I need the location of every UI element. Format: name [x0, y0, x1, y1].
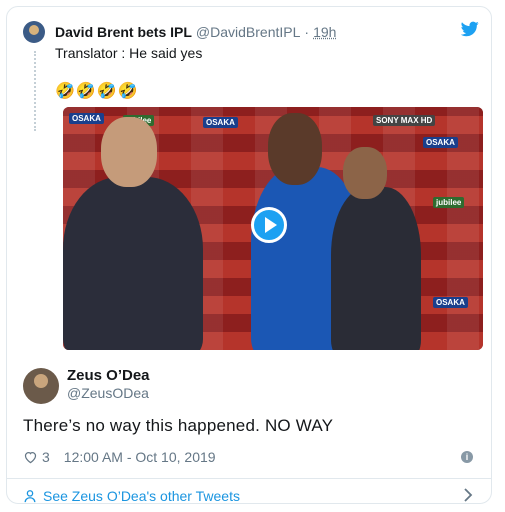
thread-line [34, 51, 36, 131]
sponsor-logo: OSAKA [203, 117, 238, 128]
quoted-tweet-header[interactable]: David Brent bets IPL @DavidBrentIPL · 19… [23, 19, 336, 45]
footer-divider [7, 478, 491, 479]
play-icon[interactable] [251, 207, 287, 243]
bystander-figure [331, 187, 421, 350]
presenter-head [101, 117, 157, 187]
main-author-handle[interactable]: @ZeusODea [67, 385, 149, 401]
player-head [268, 113, 322, 185]
heart-icon[interactable] [23, 450, 38, 464]
tweet-timestamp[interactable]: 12:00 AM - Oct 10, 2019 [64, 449, 216, 465]
chevron-right-icon[interactable] [463, 488, 473, 502]
see-more-tweets-link[interactable]: See Zeus O’Dea's other Tweets [23, 488, 240, 504]
quoted-author-handle[interactable]: @DavidBrentIPL [196, 24, 300, 40]
like-count[interactable]: 3 [42, 449, 50, 465]
presenter-figure [63, 177, 203, 350]
dot-separator: · [304, 24, 310, 40]
sponsor-logo: OSAKA [433, 297, 468, 308]
sponsor-logo: OSAKA [69, 113, 104, 124]
sponsor-logo: OSAKA [423, 137, 458, 148]
tweet-meta: 3 12:00 AM - Oct 10, 2019 [23, 449, 216, 465]
quoted-author-name[interactable]: David Brent bets IPL [55, 24, 192, 40]
video-thumbnail[interactable]: OSAKA jubilee OSAKA SONY MAX HD OSAKA ju… [63, 107, 483, 350]
see-more-label[interactable]: See Zeus O’Dea's other Tweets [43, 488, 240, 504]
quoted-author-avatar[interactable] [23, 21, 45, 43]
quoted-tweet-text: Translator : He said yes [55, 45, 203, 61]
laughing-emojis: 🤣🤣🤣🤣 [55, 83, 139, 100]
quoted-time-ago[interactable]: 19h [313, 24, 336, 40]
main-tweet-text: There’s no way this happened. NO WAY [23, 416, 334, 435]
sponsor-logo: jubilee [433, 197, 465, 208]
bystander-head [343, 147, 387, 199]
channel-logo: SONY MAX HD [373, 115, 436, 126]
info-icon[interactable]: i [461, 451, 473, 463]
main-author-name[interactable]: Zeus O’Dea [67, 367, 150, 384]
person-icon [24, 490, 36, 503]
main-author-avatar[interactable] [23, 368, 59, 404]
embedded-tweet-card: David Brent bets IPL @DavidBrentIPL · 19… [6, 6, 492, 504]
twitter-bird-icon[interactable] [461, 21, 479, 37]
